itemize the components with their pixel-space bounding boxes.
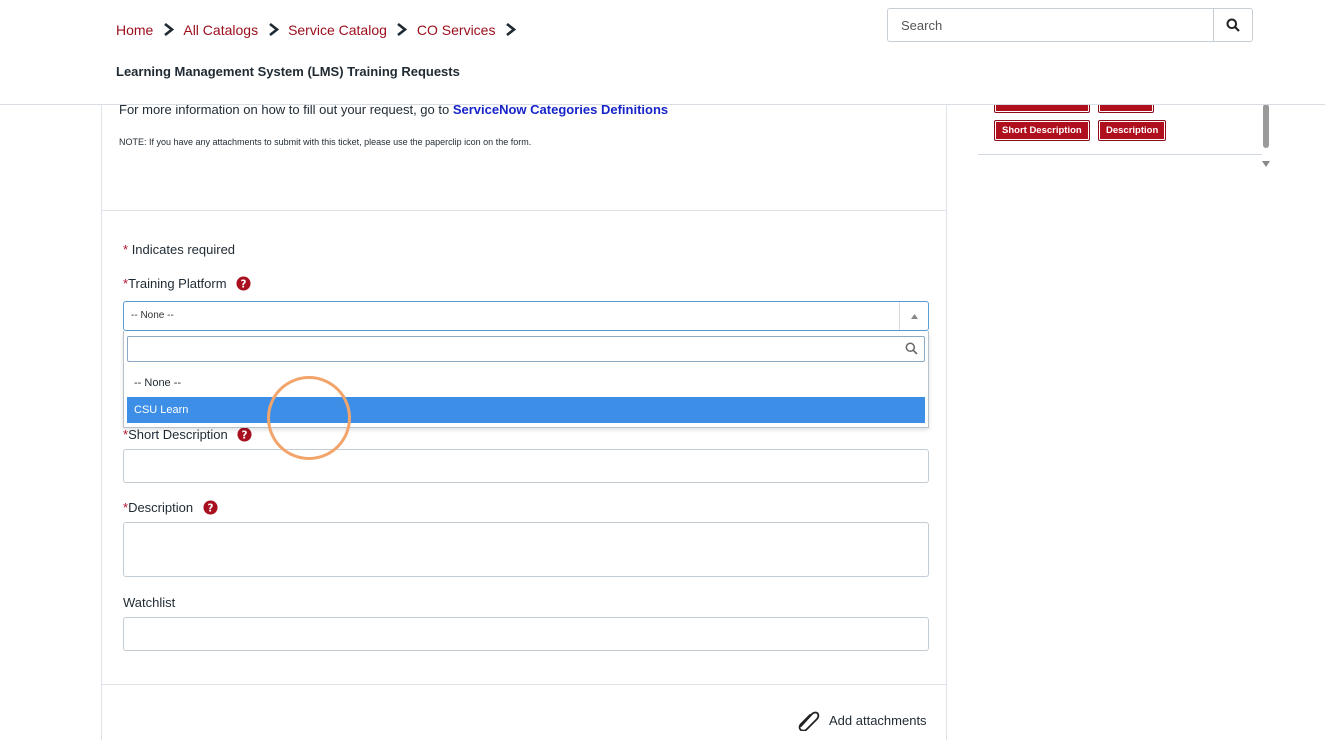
divider <box>102 684 946 685</box>
scrollbar-thumb[interactable] <box>1263 104 1269 148</box>
search-bar <box>887 8 1253 42</box>
training-platform-dropdown: -- None -- CSU Learn <box>123 331 929 428</box>
add-attachments-label: Add attachments <box>829 712 927 728</box>
short-description-input[interactable] <box>123 449 929 483</box>
training-platform-select[interactable]: -- None -- <box>123 301 929 331</box>
short-description-label: *Short Description ? <box>123 427 252 442</box>
search-icon <box>905 342 918 360</box>
divider <box>102 210 946 211</box>
description-textarea[interactable] <box>123 522 929 577</box>
chevron-right-icon <box>258 22 288 38</box>
page-title: Learning Management System (LMS) Trainin… <box>116 64 460 79</box>
search-input[interactable] <box>887 8 1213 42</box>
svg-text:?: ? <box>207 502 213 514</box>
page: For more information on how to fill out … <box>0 0 1325 740</box>
breadcrumb-home[interactable]: Home <box>116 22 153 38</box>
required-tag-short-description[interactable]: Short Description <box>994 120 1090 141</box>
dropdown-option-highlighted[interactable]: CSU Learn <box>127 397 925 423</box>
description-label: *Description ? <box>123 500 218 515</box>
breadcrumb-co-services[interactable]: CO Services <box>417 22 496 38</box>
scroll-down-icon[interactable] <box>1262 154 1270 172</box>
search-button[interactable] <box>1213 8 1253 42</box>
help-icon[interactable]: ? <box>236 276 251 291</box>
help-icon[interactable]: ? <box>203 500 218 515</box>
search-icon <box>1226 18 1240 32</box>
svg-text:?: ? <box>242 429 248 441</box>
attachment-note: NOTE: If you have any attachments to sub… <box>119 137 532 147</box>
dropdown-option[interactable]: -- None -- <box>127 370 925 396</box>
required-tag-description[interactable]: Description <box>1097 120 1167 141</box>
select-value: -- None -- <box>131 310 174 321</box>
watchlist-label: Watchlist <box>123 595 176 610</box>
breadcrumb-all-catalogs[interactable]: All Catalogs <box>183 22 258 38</box>
help-icon[interactable]: ? <box>237 427 252 442</box>
form-panel: For more information on how to fill out … <box>101 102 947 740</box>
required-note: * Indicates required <box>123 242 236 257</box>
add-attachments-button[interactable]: Add attachments <box>795 709 927 731</box>
watchlist-input[interactable] <box>123 617 929 651</box>
header: Home All Catalogs Service Catalog CO Ser… <box>0 0 1325 105</box>
dropdown-search-input[interactable] <box>127 336 925 362</box>
chevron-up-icon[interactable] <box>899 302 928 330</box>
chevron-right-icon <box>495 22 525 38</box>
training-platform-label: *Training Platform ? <box>123 276 251 291</box>
breadcrumb: Home All Catalogs Service Catalog CO Ser… <box>116 22 525 38</box>
svg-text:?: ? <box>241 278 247 290</box>
breadcrumb-service-catalog[interactable]: Service Catalog <box>288 22 387 38</box>
chevron-right-icon <box>387 22 417 38</box>
required-fields-panel: Short Description Description <box>993 102 1183 144</box>
paperclip-icon <box>798 711 820 731</box>
sidebar-divider <box>978 154 1262 155</box>
chevron-right-icon <box>153 22 183 38</box>
